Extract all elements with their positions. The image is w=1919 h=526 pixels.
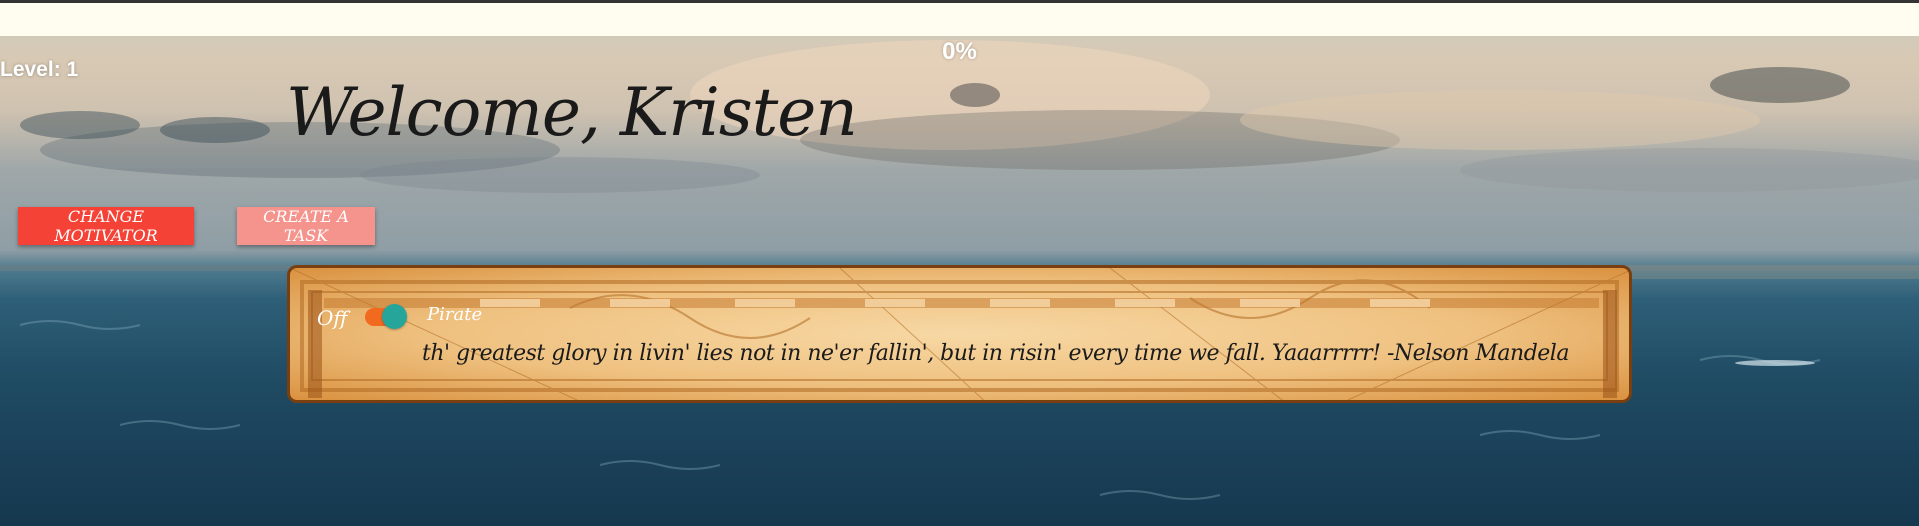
- motivational-quote: th' greatest glory in livin' lies not in…: [422, 341, 1569, 366]
- level-label: Level: 1: [0, 58, 79, 81]
- toggle-off-label: Off: [317, 306, 348, 330]
- switch-knob: [382, 304, 407, 329]
- create-task-button[interactable]: CREATE A TASK: [237, 207, 375, 245]
- change-motivator-button[interactable]: CHANGE MOTIVATOR: [18, 207, 194, 245]
- toggle-on-label: Pirate: [427, 304, 483, 325]
- motivator-panel: Off Pirate th' greatest glory in livin' …: [287, 265, 1632, 403]
- welcome-heading: Welcome, Kristen: [286, 74, 858, 151]
- treasure-map-pattern: [290, 268, 1629, 400]
- pirate-mode-switch[interactable]: [365, 304, 407, 329]
- progress-bar: [0, 0, 1919, 36]
- progress-percent: 0%: [942, 38, 977, 65]
